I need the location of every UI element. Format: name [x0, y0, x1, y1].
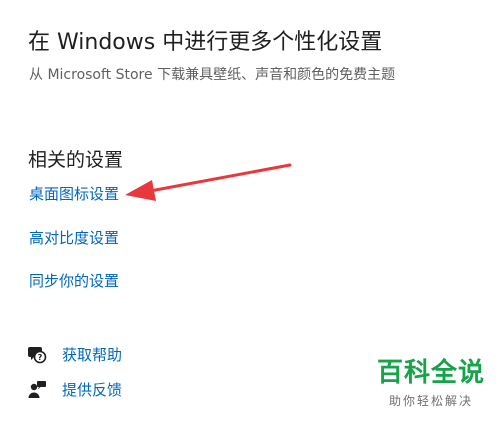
- get-help-label: 获取帮助: [62, 346, 123, 364]
- personalize-heading: 在 Windows 中进行更多个性化设置: [28, 30, 383, 55]
- watermark: 百科全说 助你轻松解决: [376, 358, 486, 409]
- get-help-link[interactable]: ? 获取帮助: [27, 344, 122, 365]
- settings-page: 在 Windows 中进行更多个性化设置 从 Microsoft Store 下…: [0, 0, 500, 421]
- high-contrast-settings-link[interactable]: 高对比度设置: [29, 227, 119, 248]
- give-feedback-label: 提供反馈: [62, 381, 123, 399]
- feedback-person-icon: [27, 380, 47, 400]
- desktop-icon-settings-link[interactable]: 桌面图标设置: [29, 183, 119, 204]
- give-feedback-link[interactable]: 提供反馈: [27, 379, 122, 400]
- watermark-subtitle: 助你轻松解决: [388, 394, 473, 408]
- related-settings-heading: 相关的设置: [28, 149, 124, 171]
- sync-settings-link[interactable]: 同步你的设置: [29, 270, 119, 291]
- microsoft-store-themes-link[interactable]: 从 Microsoft Store 下载兼具壁纸、声音和颜色的免费主题: [29, 64, 395, 84]
- svg-text:?: ?: [38, 353, 43, 362]
- watermark-title: 百科全说: [376, 358, 485, 388]
- chat-help-icon: ?: [27, 345, 47, 365]
